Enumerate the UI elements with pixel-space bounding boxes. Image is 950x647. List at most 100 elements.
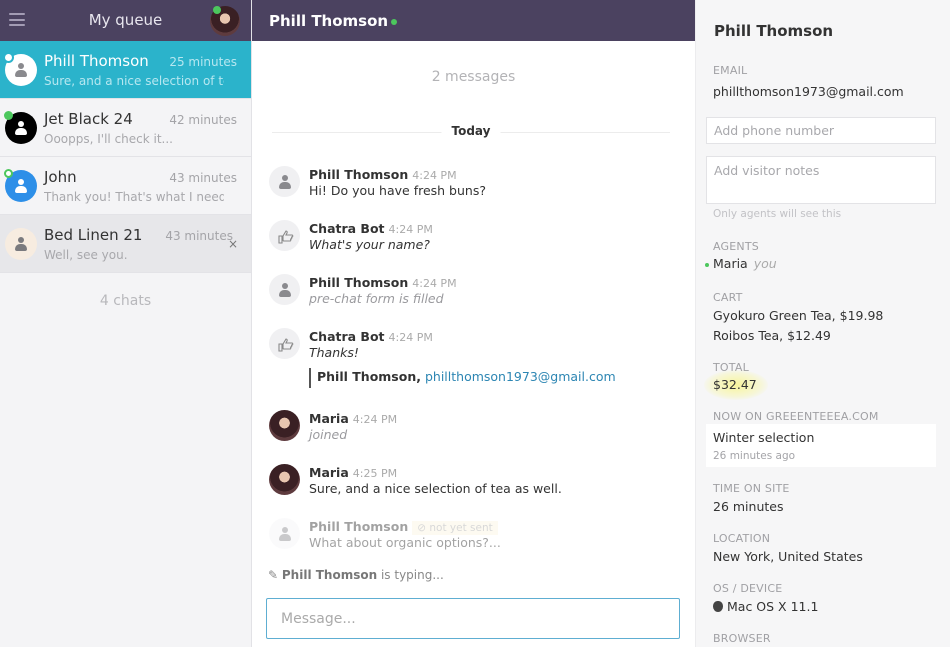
chat-item-bed-linen-21[interactable]: Bed Linen 21 43 minutes Well, see you. × [0, 215, 251, 273]
chat-name: Jet Black 24 [44, 110, 133, 128]
os-device: Mac OS X 11.1 [713, 599, 818, 614]
visitor-avatar [5, 228, 37, 260]
visitor-avatar [3, 52, 37, 86]
email-label: EMAIL [713, 64, 748, 77]
chat-item-john[interactable]: John 43 minutes Thank you! That's what I… [0, 157, 251, 215]
day-label: Today [441, 124, 501, 138]
location: New York, United States [713, 549, 863, 564]
person-icon [14, 179, 28, 193]
chat-time: 42 minutes [169, 113, 237, 127]
agent-avatar[interactable] [210, 6, 240, 36]
message-time: 4:25 PM [352, 467, 398, 480]
typing-indicator: ✎ Phill Thomson is typing... [268, 568, 444, 582]
message-time: 4:24 PM [388, 331, 433, 344]
cart-item: Gyokuro Green Tea, $19.98 [713, 308, 884, 323]
chat-name: Bed Linen 21 [44, 226, 143, 244]
visitor-name: Phill Thomson [714, 22, 834, 40]
cart-label: CART [713, 291, 743, 304]
chat-item-phill-thomson[interactable]: Phill Thomson 25 minutes Sure, and a nic… [0, 41, 251, 99]
person-icon [14, 237, 28, 251]
chat-preview: Sure, and a nice selection of tea ... [44, 74, 224, 88]
person-icon [14, 121, 28, 135]
message-text: What's your name? [309, 237, 430, 252]
agents-label: AGENTS [713, 240, 759, 253]
message-time: 4:24 PM [388, 223, 433, 236]
message-time: 4:24 PM [412, 277, 457, 290]
time-on-site: 26 minutes [713, 499, 784, 514]
chat-name: John [44, 168, 77, 186]
chat-time: 43 minutes [169, 171, 237, 185]
online-status-dot [391, 19, 398, 25]
away-status-dot [4, 169, 13, 178]
apple-icon [713, 601, 723, 612]
chat-title: Phill Thomson [269, 11, 389, 30]
load-messages-link[interactable]: 2 messages [252, 69, 695, 85]
pointing-hand-icon [277, 229, 293, 244]
quote-email-link[interactable]: phillthomson1973@gmail.com [425, 369, 616, 384]
chat-item-jet-black-24[interactable]: Jet Black 24 42 minutes Ooopps, I'll che… [0, 99, 251, 157]
notes-hint: Only agents will see this [713, 208, 842, 220]
message-author: Chatra Bot [309, 329, 385, 344]
current-page-title: Winter selection [713, 430, 815, 445]
phone-number-input[interactable] [706, 117, 936, 144]
message-text: What about organic options?... [309, 535, 501, 550]
message-text: pre-chat form is filled [309, 291, 444, 306]
visitor-avatar [4, 169, 37, 202]
os-name: Mac OS X 11.1 [727, 599, 819, 614]
not-sent-badge: ⊘ not yet sent [412, 521, 498, 535]
form-data-quote: Phill Thomson, phillthomson1973@gmail.co… [309, 368, 616, 388]
visitor-info-panel: Phill Thomson EMAIL phillthomson1973@gma… [695, 0, 950, 647]
chat-name: Phill Thomson [44, 52, 149, 70]
location-label: LOCATION [713, 532, 771, 545]
person-icon [14, 63, 28, 77]
message-author: Maria [309, 411, 349, 426]
pointing-hand-icon [277, 337, 293, 352]
message-input[interactable] [266, 598, 680, 639]
message-author: Phill Thomson [309, 275, 409, 290]
os-label: OS / DEVICE [713, 582, 783, 595]
quote-name: Phill Thomson, [317, 369, 421, 384]
chat-preview: Ooopps, I'll check it... [44, 132, 173, 146]
current-page-card[interactable]: Winter selection 26 minutes ago [706, 424, 936, 467]
person-icon [278, 526, 292, 541]
message-time: 4:24 PM [352, 413, 398, 426]
agent-avatar [269, 464, 300, 495]
now-on-label: NOW ON GREEENTEEEA.COM [713, 410, 879, 423]
day-separator: Today [272, 124, 670, 140]
browser-label: BROWSER [713, 632, 771, 645]
visitor-avatar [269, 166, 300, 197]
pencil-icon: ✎ [268, 568, 279, 582]
person-icon [278, 282, 292, 297]
chat-preview: Well, see you. [44, 248, 128, 262]
person-icon [278, 174, 292, 189]
close-chat-icon[interactable]: × [228, 237, 238, 251]
bot-avatar [269, 220, 300, 251]
visitor-avatar [269, 518, 300, 549]
eye-slash-icon: ⊘ [417, 522, 430, 534]
chat-time: 43 minutes [165, 229, 233, 243]
agent-avatar [269, 410, 300, 441]
online-status-dot [213, 6, 221, 14]
cart-item: Roibos Tea, $12.49 [713, 328, 831, 343]
bot-avatar [269, 328, 300, 359]
badge-text: not yet sent [429, 522, 493, 534]
agent-entry: Maria you [713, 256, 777, 271]
message-time: 4:24 PM [412, 169, 457, 182]
visitor-avatar [269, 274, 300, 305]
visitor-notes-input[interactable] [706, 156, 936, 204]
cart-total: $32.47 [713, 377, 757, 392]
time-on-site-label: TIME ON SITE [713, 482, 790, 495]
visitor-avatar [4, 111, 37, 144]
chat-header: Phill Thomson [252, 0, 695, 41]
message-author: Phill Thomson [309, 519, 409, 534]
chat-time: 25 minutes [169, 55, 237, 69]
chat-panel: Phill Thomson 2 messages Today Phill Tho… [252, 0, 695, 647]
message-author: Chatra Bot [309, 221, 385, 236]
chat-preview: Thank you! That's what I need :-) [44, 190, 224, 204]
online-status-dot [3, 52, 14, 63]
online-status-dot [4, 111, 13, 120]
message-text: Thanks! [309, 345, 359, 360]
message-text: Sure, and a nice selection of tea as wel… [309, 481, 562, 496]
visitor-email: phillthomson1973@gmail.com [713, 84, 904, 99]
message-author: Maria [309, 465, 349, 480]
